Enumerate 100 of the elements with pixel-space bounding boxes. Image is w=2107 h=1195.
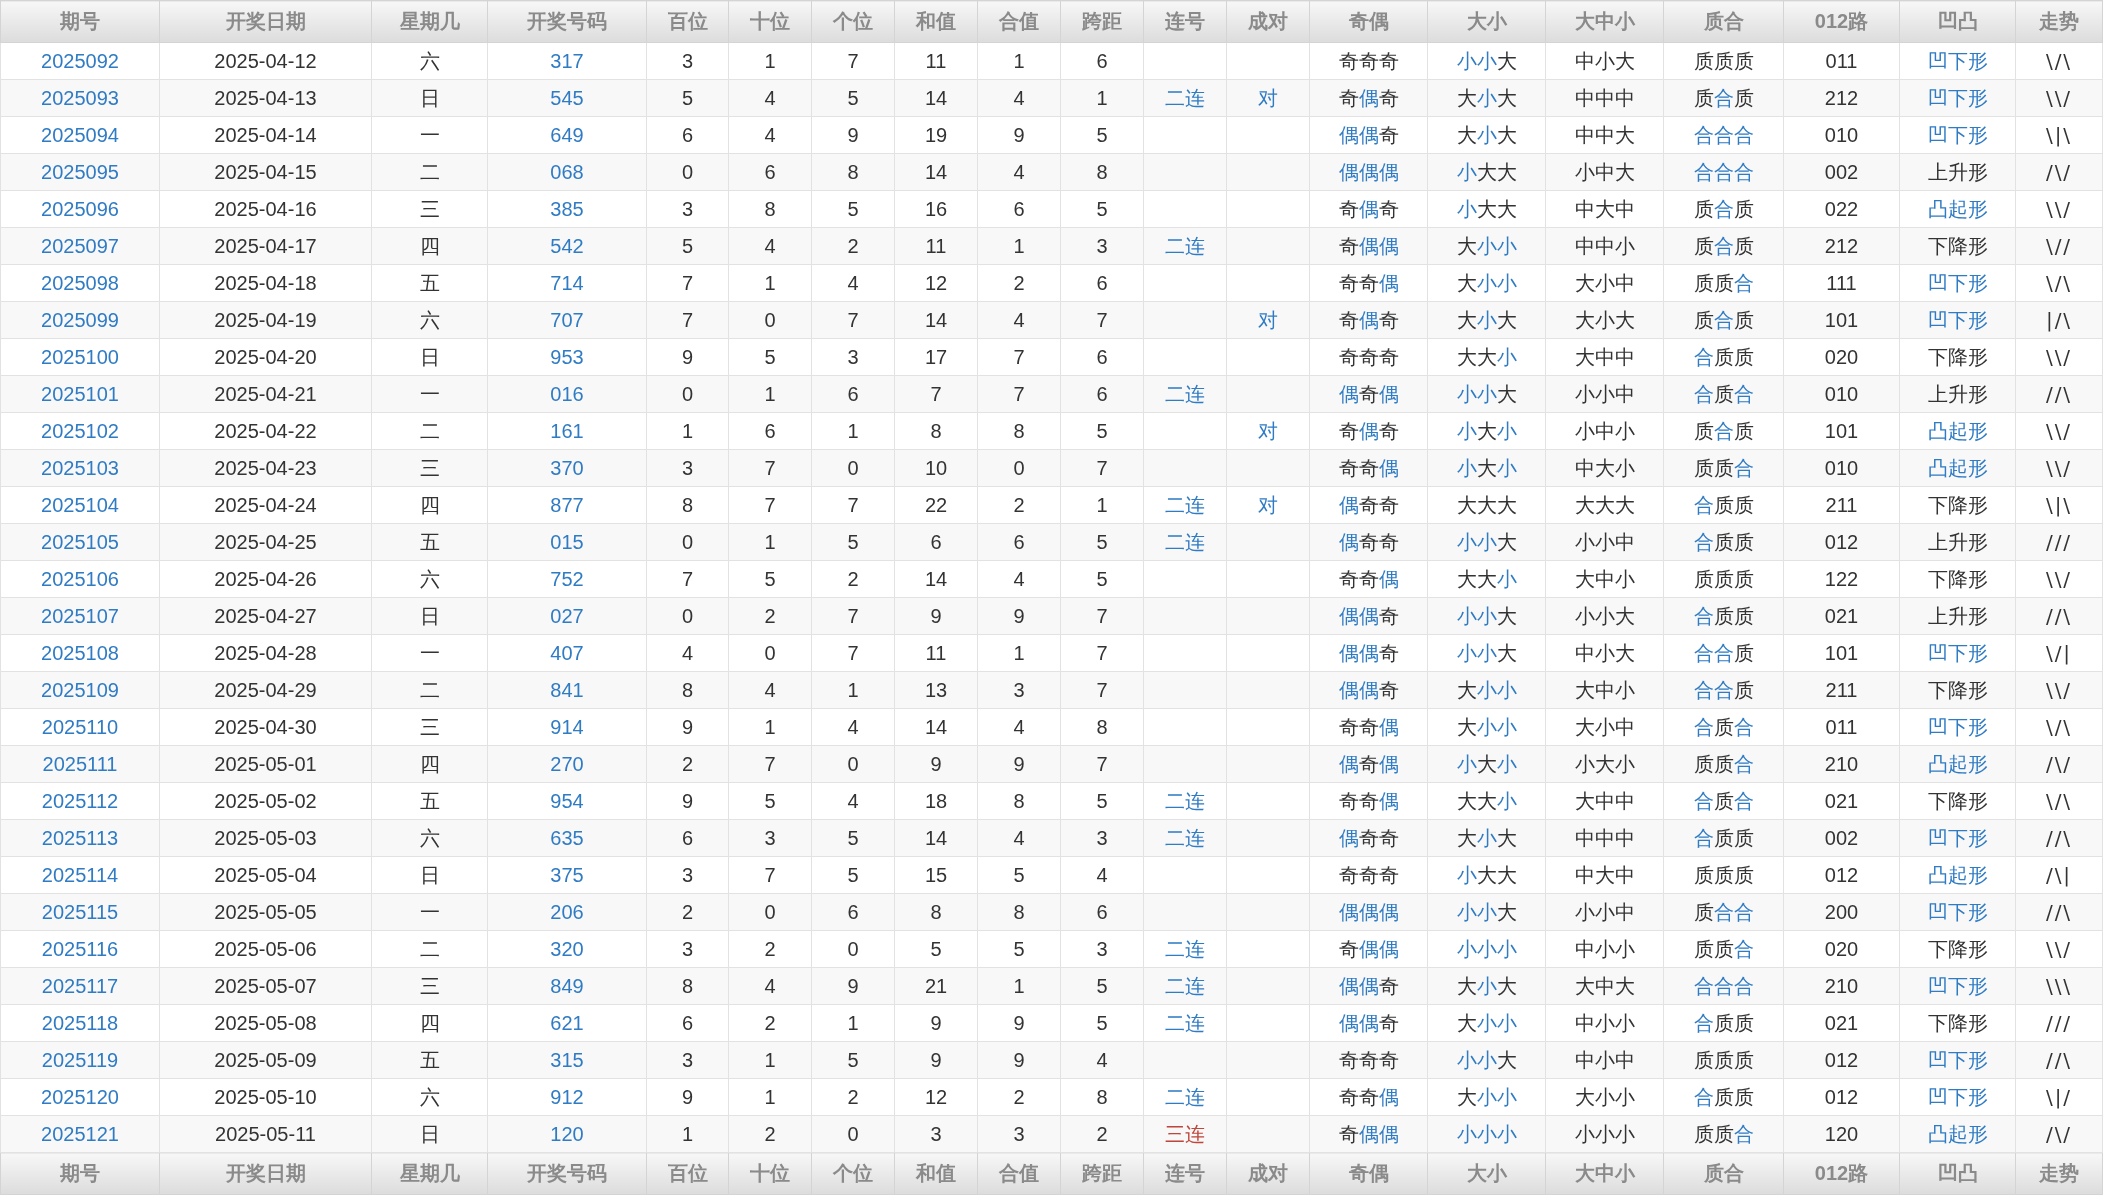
table-cell: 小中小	[1545, 412, 1664, 450]
number-link[interactable]: 317	[550, 49, 584, 72]
table-cell: 凸起形	[1899, 856, 2016, 894]
table-cell: 下降形	[1899, 782, 2016, 820]
number-link[interactable]: 954	[550, 789, 584, 812]
column-header: 合值	[977, 0, 1061, 43]
number-link[interactable]: 621	[550, 1011, 584, 1034]
column-header: 开奖号码	[487, 1152, 647, 1195]
table-cell: 3	[646, 856, 729, 894]
table-cell: 101	[1783, 301, 1900, 339]
table-cell: 0	[646, 597, 729, 635]
table-cell: 中小中	[1545, 1041, 1664, 1079]
column-header: 012路	[1783, 0, 1900, 43]
table-cell: 凹下形	[1899, 1041, 2016, 1079]
table-cell: 合质质	[1663, 819, 1784, 857]
table-cell: 小小大	[1427, 1041, 1546, 1079]
table-cell: /\/	[2015, 1115, 2103, 1153]
column-header: 期号	[0, 1152, 160, 1195]
table-cell: 五	[371, 782, 488, 820]
number-link[interactable]: 545	[550, 86, 584, 109]
number-link[interactable]: 407	[550, 641, 584, 664]
number-link[interactable]: 027	[550, 604, 584, 627]
table-cell: 三	[371, 708, 488, 746]
table-cell: 7	[728, 856, 812, 894]
table-cell: 合质质	[1663, 486, 1784, 524]
table-cell: 2025-04-29	[159, 671, 372, 709]
table-cell: 大小大	[1427, 967, 1546, 1005]
table-cell: 二	[371, 412, 488, 450]
table-cell: 质合质	[1663, 301, 1784, 339]
table-cell: 合质合	[1663, 708, 1784, 746]
number-link[interactable]: 849	[550, 974, 584, 997]
table-cell: 012	[1783, 856, 1900, 894]
number-link[interactable]: 206	[550, 900, 584, 923]
number-link[interactable]: 877	[550, 493, 584, 516]
table-cell: 4	[977, 301, 1061, 339]
table-cell: 9	[811, 967, 895, 1005]
table-cell: 大大小	[1427, 338, 1546, 376]
number-link[interactable]: 015	[550, 530, 584, 553]
number-link[interactable]: 385	[550, 197, 584, 220]
number-link[interactable]: 841	[550, 678, 584, 701]
table-cell: 7	[811, 301, 895, 339]
table-cell: 大小小	[1427, 708, 1546, 746]
table-cell: 021	[1783, 597, 1900, 635]
table-cell: 2025-04-12	[159, 42, 372, 80]
table-cell: 0	[977, 449, 1061, 487]
table-cell: 6	[811, 375, 895, 413]
number-link[interactable]: 953	[550, 345, 584, 368]
number-link[interactable]: 016	[550, 382, 584, 405]
number-link[interactable]: 120	[550, 1122, 584, 1145]
number-link[interactable]: 375	[550, 863, 584, 886]
table-cell: 0	[728, 634, 812, 672]
number-link[interactable]: 714	[550, 271, 584, 294]
table-cell: 大小小	[1427, 264, 1546, 302]
number-link[interactable]: 068	[550, 160, 584, 183]
table-cell: 8	[977, 893, 1061, 931]
table-cell: 四	[371, 227, 488, 265]
column-header: 成对	[1226, 1152, 1310, 1195]
table-cell: 凸起形	[1899, 449, 2016, 487]
table-cell: 2	[728, 597, 812, 635]
table-cell: 4	[646, 634, 729, 672]
table-cell: 2025-04-27	[159, 597, 372, 635]
table-cell: 质质合	[1663, 745, 1784, 783]
table-cell: 上升形	[1899, 597, 2016, 635]
table-cell: 3	[728, 819, 812, 857]
table-cell: 日	[371, 338, 488, 376]
number-link[interactable]: 315	[550, 1048, 584, 1071]
table-cell: 012	[1783, 1041, 1900, 1079]
table-cell: 三连	[1143, 1115, 1227, 1153]
number-link[interactable]: 270	[550, 752, 584, 775]
table-cell: 1	[646, 1115, 729, 1153]
table-cell: /\/	[2015, 153, 2103, 191]
table-cell: 奇奇奇	[1309, 338, 1428, 376]
number-link[interactable]: 635	[550, 826, 584, 849]
table-cell: 下降形	[1899, 560, 2016, 598]
number-link[interactable]: 542	[550, 234, 584, 257]
table-cell: 五	[371, 264, 488, 302]
table-cell: 3	[894, 1115, 978, 1153]
column-header: 奇偶	[1309, 1152, 1428, 1195]
table-cell: 偶偶奇	[1309, 634, 1428, 672]
table-cell: 6	[646, 819, 729, 857]
table-cell: 1	[811, 671, 895, 709]
table-cell: 5	[1060, 560, 1144, 598]
table-cell: 二	[371, 671, 488, 709]
number-link[interactable]: 649	[550, 123, 584, 146]
table-cell: 212	[1783, 79, 1900, 117]
table-cell: 上升形	[1899, 153, 2016, 191]
table-cell: 奇奇奇	[1309, 1041, 1428, 1079]
number-link[interactable]: 370	[550, 456, 584, 479]
number-link[interactable]: 320	[550, 937, 584, 960]
table-cell: 中大中	[1545, 190, 1664, 228]
table-cell: 中大小	[1545, 449, 1664, 487]
number-link[interactable]: 752	[550, 567, 584, 590]
column-header: 星期几	[371, 0, 488, 43]
table-cell: 大大大	[1545, 486, 1664, 524]
number-link[interactable]: 707	[550, 308, 584, 331]
number-link[interactable]: 161	[550, 419, 584, 442]
number-link[interactable]: 914	[550, 715, 584, 738]
number-link[interactable]: 912	[550, 1085, 584, 1108]
table-cell: 5	[977, 856, 1061, 894]
table-cell: 9	[811, 116, 895, 154]
